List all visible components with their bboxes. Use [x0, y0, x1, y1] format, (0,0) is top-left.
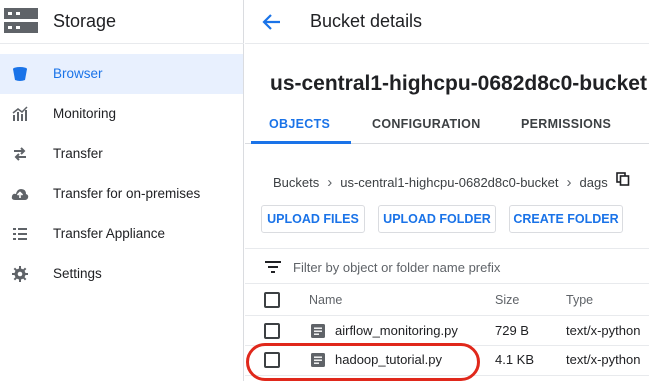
sidebar-item-transfer-appliance[interactable]: Transfer Appliance [0, 214, 243, 254]
tab-permissions[interactable]: PERMISSIONS [521, 117, 611, 131]
sidebar-item-label: Transfer Appliance [53, 226, 166, 241]
file-type: text/x-python [566, 352, 641, 367]
breadcrumb: Buckets › us-central1-highcpu-0682d8c0-buc… [273, 172, 630, 191]
sidebar-item-label: Transfer [53, 146, 103, 161]
sidebar-item-browser[interactable]: Browser [0, 54, 243, 94]
table-row[interactable]: airflow_monitoring.py 729 B text/x-pytho… [245, 316, 649, 346]
copy-icon[interactable] [615, 172, 630, 186]
active-tab-indicator [251, 141, 351, 144]
sidebar-item-transfer[interactable]: Transfer [0, 134, 243, 174]
chevron-right-icon: › [327, 174, 333, 192]
sidebar-item-transfer-on-premises[interactable]: Transfer for on-premises [0, 174, 243, 214]
storage-logo-icon [4, 8, 38, 33]
file-name-link[interactable]: airflow_monitoring.py [335, 323, 458, 338]
sidebar-item-label: Transfer for on-premises [53, 186, 201, 201]
file-icon [311, 324, 325, 338]
column-header-name[interactable]: Name [309, 293, 342, 307]
file-size: 729 B [495, 323, 529, 338]
filter-bar [245, 248, 649, 284]
list-icon [13, 228, 27, 240]
file-type: text/x-python [566, 323, 641, 338]
bucket-icon [13, 67, 27, 81]
sidebar-header: Storage [0, 0, 244, 44]
sidebar-item-settings[interactable]: Settings [0, 254, 243, 294]
sidebar-item-label: Monitoring [53, 106, 117, 121]
filter-icon [265, 261, 281, 273]
file-size: 4.1 KB [495, 352, 535, 367]
tab-configuration[interactable]: CONFIGURATION [372, 117, 481, 131]
breadcrumb-buckets[interactable]: Buckets [273, 175, 319, 190]
column-header-size[interactable]: Size [495, 293, 519, 307]
gear-icon [12, 266, 28, 282]
tab-objects[interactable]: OBJECTS [269, 117, 330, 131]
table-header: Name Size Type [245, 284, 649, 316]
back-arrow-icon[interactable] [261, 11, 283, 33]
page-title: Bucket details [310, 11, 423, 31]
breadcrumb-current: dags [579, 175, 608, 191]
bucket-name: us-central1-highcpu-0682d8c0-bucket [270, 72, 647, 95]
sidebar: Storage Browser Monitoring Transfer Tran… [0, 0, 244, 381]
row-checkbox[interactable] [264, 323, 280, 339]
tab-bar: OBJECTS CONFIGURATION PERMISSIONS [245, 104, 649, 144]
sidebar-item-monitoring[interactable]: Monitoring [0, 94, 243, 134]
main-content: Bucket details us-central1-highcpu-0682d… [245, 0, 649, 381]
sidebar-item-label: Settings [53, 266, 102, 281]
sidebar-title: Storage [53, 11, 117, 31]
transfer-arrows-icon [14, 147, 26, 161]
file-icon [311, 353, 325, 367]
upload-folder-button[interactable]: UPLOAD FOLDER [378, 205, 496, 233]
cloud-upload-icon [11, 189, 29, 200]
breadcrumb-bucket[interactable]: us-central1-highcpu-0682d8c0-bucket [340, 175, 558, 190]
create-folder-button[interactable]: CREATE FOLDER [509, 205, 623, 233]
row-checkbox[interactable] [264, 352, 280, 368]
upload-files-button[interactable]: UPLOAD FILES [261, 205, 365, 233]
table-row[interactable]: hadoop_tutorial.py 4.1 KB text/x-python [245, 346, 649, 376]
select-all-checkbox[interactable] [264, 292, 280, 308]
chevron-right-icon: › [566, 174, 572, 192]
filter-input[interactable] [293, 255, 633, 279]
chart-icon [12, 106, 28, 121]
sidebar-item-label: Browser [53, 66, 103, 81]
file-name-link[interactable]: hadoop_tutorial.py [335, 352, 442, 367]
column-header-type[interactable]: Type [566, 293, 593, 307]
top-bar: Bucket details [245, 0, 649, 44]
